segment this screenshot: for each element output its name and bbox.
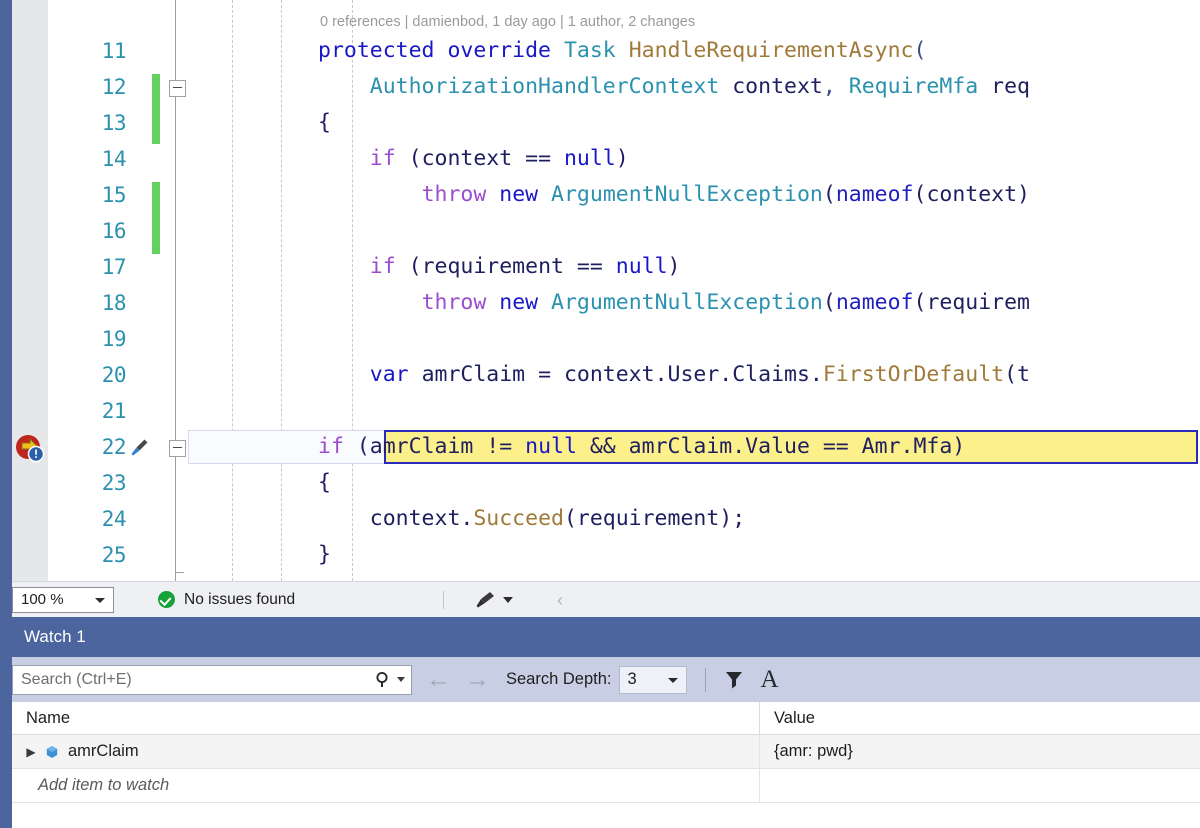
line-number-14: 14 (101, 147, 127, 171)
issues-status-label: No issues found (184, 590, 296, 608)
code-line-11: protected override Task HandleRequiremen… (318, 38, 927, 63)
magnifier-icon (376, 671, 388, 687)
code-line-18: throw new ArgumentNullException(nameof(r… (421, 290, 1030, 315)
fold-region-end (175, 572, 184, 573)
indent-guide (281, 0, 282, 581)
tab-watch-1[interactable]: Watch 1 (12, 617, 98, 657)
code-edit-brush-icon[interactable] (128, 437, 150, 459)
chevron-down-icon (503, 596, 514, 603)
search-previous-button[interactable]: ← (426, 667, 451, 692)
line-number-25: 25 (101, 543, 127, 567)
code-line-15: throw new ArgumentNullException(nameof(c… (421, 182, 1030, 207)
collapse-region-button[interactable] (169, 80, 186, 97)
code-line-22: if (amrClaim != null && amrClaim.Value =… (318, 434, 966, 459)
line-number-20: 20 (101, 363, 127, 387)
code-line-25: } (318, 542, 331, 567)
issues-status[interactable]: No issues found (158, 591, 295, 609)
line-number-19: 19 (101, 327, 127, 351)
chevron-down-icon (668, 677, 679, 683)
column-header-name[interactable]: Name (12, 702, 760, 734)
window-left-accent-strip (0, 0, 12, 828)
search-depth-value: 3 (627, 670, 637, 688)
chevron-down-icon (397, 676, 405, 682)
search-depth-label: Search Depth: (506, 670, 612, 688)
add-watch-name-cell[interactable]: Add item to watch (12, 769, 760, 802)
code-line-20: var amrClaim = context.User.Claims.First… (369, 362, 1030, 387)
code-line-12: AuthorizationHandlerContext context, Req… (369, 74, 1030, 99)
watch-grid-header: Name Value (12, 702, 1200, 735)
line-number: 10 (48, 0, 126, 6)
line-number-12: 12 (101, 75, 127, 99)
add-watch-value-cell[interactable] (760, 769, 1200, 802)
indent-guide (232, 0, 233, 581)
line-number-17: 17 (101, 255, 127, 279)
toolbar-divider (705, 667, 707, 692)
breakpoint-warning-icon[interactable] (14, 432, 46, 464)
column-header-value[interactable]: Value (760, 702, 1200, 734)
add-watch-row[interactable]: Add item to watch (12, 769, 1200, 803)
line-number-22: 22 (101, 435, 127, 459)
unsaved-change-bar (152, 74, 160, 144)
search-next-button[interactable]: → (465, 667, 490, 692)
line-number-23: 23 (101, 471, 127, 495)
editor-status-bar: 100 % No issues found ‹ (0, 581, 1200, 617)
paintbrush-icon (476, 591, 495, 607)
code-editor[interactable]: 0 references | damienbod, 1 day ago | 1 … (0, 0, 1200, 581)
zoom-level-value: 100 % (21, 591, 64, 608)
unsaved-change-bar (152, 182, 160, 254)
sort-alpha-button[interactable]: A (760, 667, 778, 692)
line-number-18: 18 (101, 291, 127, 315)
code-line-23: { (318, 470, 331, 495)
line-number-21: 21 (101, 399, 127, 423)
codelens-adornment[interactable]: 0 references | damienbod, 1 day ago | 1 … (320, 12, 695, 32)
search-box[interactable] (12, 664, 412, 695)
code-line-24: context.Succeed(requirement); (369, 506, 746, 531)
filter-button[interactable] (724, 669, 744, 690)
visual-studio-window: 0 references | damienbod, 1 day ago | 1 … (0, 0, 1200, 828)
funnel-icon (726, 672, 743, 689)
code-line-14: if (context == null) (369, 146, 629, 171)
code-line-13: { (318, 110, 331, 135)
breakpoint-margin[interactable] (12, 0, 48, 581)
status-divider (443, 590, 445, 609)
check-circle-icon (158, 591, 175, 608)
table-row[interactable]: ▶ amrClaim {amr: pwd} (12, 735, 1200, 769)
line-number-24: 24 (101, 507, 127, 531)
zoom-level-dropdown[interactable]: 100 % (12, 586, 114, 613)
chevron-down-icon (95, 597, 105, 603)
expand-triangle-icon[interactable]: ▶ (24, 745, 38, 759)
code-cleanup-button[interactable] (474, 590, 514, 610)
watch-row-name-cell[interactable]: ▶ amrClaim (12, 735, 760, 768)
watch-value-cell[interactable]: {amr: pwd} (760, 735, 1200, 768)
code-line-17: if (requirement == null) (369, 254, 681, 279)
add-item-to-watch-placeholder: Add item to watch (38, 776, 170, 794)
watch-tool-window: Watch 1 ← → Search Depth: 3 (0, 617, 1200, 828)
scroll-left-chevron-icon[interactable]: ‹ (557, 591, 563, 609)
search-input[interactable] (13, 665, 353, 694)
watch-grid[interactable]: Name Value ▶ amrClaim {amr: pwd} Add ite… (12, 702, 1200, 828)
collapse-region-button[interactable] (169, 440, 186, 457)
line-number-13: 13 (101, 111, 127, 135)
watch-expression-name: amrClaim (68, 742, 139, 760)
hexagon-icon (44, 744, 60, 760)
search-icon-group[interactable] (374, 670, 405, 689)
search-depth-dropdown[interactable]: 3 (619, 665, 688, 694)
line-number-16: 16 (101, 219, 127, 243)
line-number-11: 11 (101, 39, 127, 63)
line-number-15: 15 (101, 183, 127, 207)
watch-toolbar: ← → Search Depth: 3 A (0, 657, 1200, 702)
watch-tab-strip: Watch 1 (0, 617, 1200, 657)
